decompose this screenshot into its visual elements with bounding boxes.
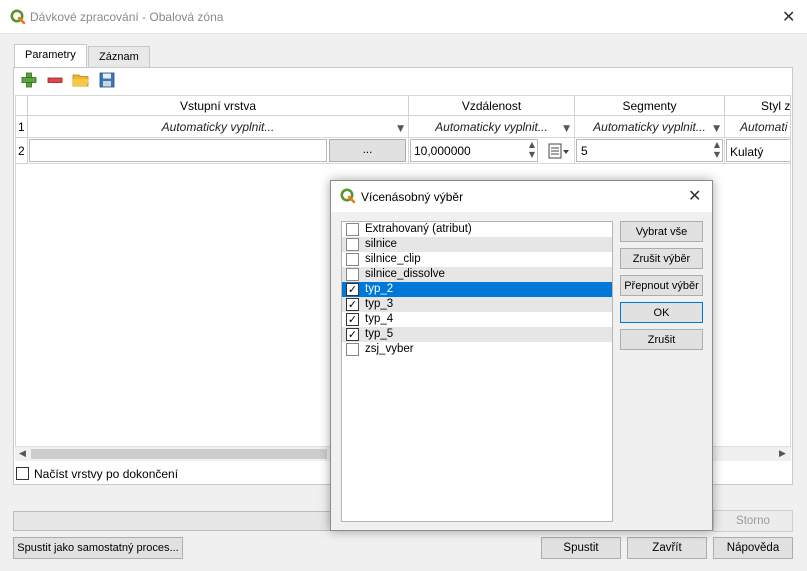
list-item-label: zsj_vyber [365,343,414,355]
remove-row-icon[interactable] [46,71,64,89]
list-item-label: silnice_dissolve [365,268,445,280]
toggle-selection-button[interactable]: Přepnout výběr [620,275,703,296]
autofill-segments[interactable]: Automaticky vyplnit... ▼ [575,116,725,138]
run-button[interactable]: Spustit [541,537,621,559]
add-row-icon[interactable] [20,71,38,89]
close-button[interactable]: Zavřít [627,537,707,559]
dialog-close-icon[interactable]: ✕ [688,186,701,205]
checkbox-unchecked-icon[interactable] [346,253,359,266]
spin-up-icon[interactable]: ▲ [529,140,535,149]
scroll-left-icon[interactable]: ◀ [19,449,26,459]
qgis-logo-icon [10,9,26,25]
checkbox-unchecked-icon[interactable] [346,268,359,281]
browse-button[interactable]: ... [329,139,406,162]
dialog-title: Vícenásobný výběr [361,190,464,204]
dialog-cancel-button[interactable]: Zrušit [620,329,703,350]
checkbox-checked-icon[interactable]: ✓ [346,283,359,296]
autofill-style[interactable]: Automati [725,116,790,138]
list-item-selected[interactable]: ✓ typ_2 [342,282,612,297]
dialog-titlebar: Vícenásobný výběr ✕ [331,181,712,212]
column-header-distance[interactable]: Vzdálenost [409,96,575,116]
tab-parametry[interactable]: Parametry [14,44,87,68]
spin-down-icon[interactable]: ▼ [529,150,535,159]
segments-spinbox[interactable]: 5 ▲ ▼ [576,139,723,162]
autofill-distance[interactable]: Automaticky vyplnit... ▼ [409,116,575,138]
list-item-label: silnice_clip [365,253,421,265]
layer-list: Extrahovaný (atribut) silnice silnice_cl… [341,221,613,522]
checkbox-unchecked-icon[interactable] [346,343,359,356]
multiple-selection-dialog: Vícenásobný výběr ✕ Extrahovaný (atribut… [330,180,713,531]
chevron-down-icon: ▼ [563,124,570,134]
run-as-standalone-button[interactable]: Spustit jako samostatný proces... [13,537,183,559]
list-item[interactable]: ✓ typ_5 [342,327,612,342]
corner-header [16,96,28,116]
tab-zaznam[interactable]: Záznam [88,46,150,67]
checkbox-checked-icon[interactable]: ✓ [346,298,359,311]
list-item[interactable]: ✓ typ_4 [342,312,612,327]
list-item[interactable]: silnice_clip [342,252,612,267]
checkbox-unchecked-icon[interactable] [346,238,359,251]
list-item[interactable]: silnice_dissolve [342,267,612,282]
column-header-segments[interactable]: Segmenty [575,96,725,116]
folder-open-icon[interactable] [72,71,90,89]
row-number: 2 [16,138,28,164]
list-item-label: typ_2 [365,283,394,295]
load-layers-checkbox[interactable] [16,467,29,480]
data-defined-override-icon[interactable] [547,141,571,161]
autofill-label: Automaticky vyplnit... [161,120,275,134]
row-number: 1 [16,116,28,138]
window-close-icon[interactable]: ✕ [782,7,795,26]
autofill-label: Automaticky vyplnit... [435,120,548,134]
input-layer-cell: ... [28,138,409,164]
list-item[interactable]: zsj_vyber [342,342,612,357]
segments-cell: 5 ▲ ▼ [575,138,725,164]
list-item-label: typ_5 [365,328,394,340]
ok-button[interactable]: OK [620,302,703,323]
distance-cell: 10,000000 ▲ ▼ [409,138,575,164]
end-cap-style-select[interactable]: Kulatý [726,139,790,162]
save-icon[interactable] [98,71,116,89]
list-item[interactable]: ✓ typ_3 [342,297,612,312]
autofill-input-layer[interactable]: Automaticky vyplnit... ▼ [28,116,409,138]
chevron-down-icon: ▼ [397,124,404,134]
chevron-down-icon: ▼ [713,124,720,134]
list-item[interactable]: Extrahovaný (atribut) [342,222,612,237]
list-item-label: typ_4 [365,313,394,325]
column-header-style[interactable]: Styl za [725,96,790,116]
autofill-label: Automati [740,120,788,134]
list-item-label: silnice [365,238,397,250]
checkbox-checked-icon[interactable]: ✓ [346,313,359,326]
checkbox-unchecked-icon[interactable] [346,223,359,236]
checkbox-checked-icon[interactable]: ✓ [346,328,359,341]
spin-up-icon[interactable]: ▲ [714,140,720,149]
list-item-label: typ_3 [365,298,394,310]
help-button[interactable]: Nápověda [713,537,793,559]
load-layers-label: Načíst vrstvy po dokončení [34,467,179,481]
qgis-logo-icon [340,188,356,204]
window-titlebar: Dávkové zpracování - Obalová zóna ✕ [0,0,807,34]
style-cell: Kulatý [725,138,790,164]
column-header-input-layer[interactable]: Vstupní vrstva [28,96,409,116]
scrollbar-thumb[interactable] [31,449,327,459]
list-item-label: Extrahovaný (atribut) [365,223,472,235]
window-title: Dávkové zpracování - Obalová zóna [30,10,224,24]
list-item[interactable]: silnice [342,237,612,252]
clear-selection-button[interactable]: Zrušit výběr [620,248,703,269]
input-layer-field[interactable] [29,139,327,162]
scroll-right-icon[interactable]: ▶ [779,449,786,459]
cancel-button[interactable]: Storno [713,510,793,532]
distance-value: 10,000000 [414,144,471,158]
distance-spinbox[interactable]: 10,000000 ▲ ▼ [410,139,538,162]
spin-down-icon[interactable]: ▼ [714,150,720,159]
select-all-button[interactable]: Vybrat vše [620,221,703,242]
segments-value: 5 [581,144,588,158]
autofill-label: Automaticky vyplnit... [593,120,706,134]
end-cap-style-value: Kulatý [730,145,764,159]
